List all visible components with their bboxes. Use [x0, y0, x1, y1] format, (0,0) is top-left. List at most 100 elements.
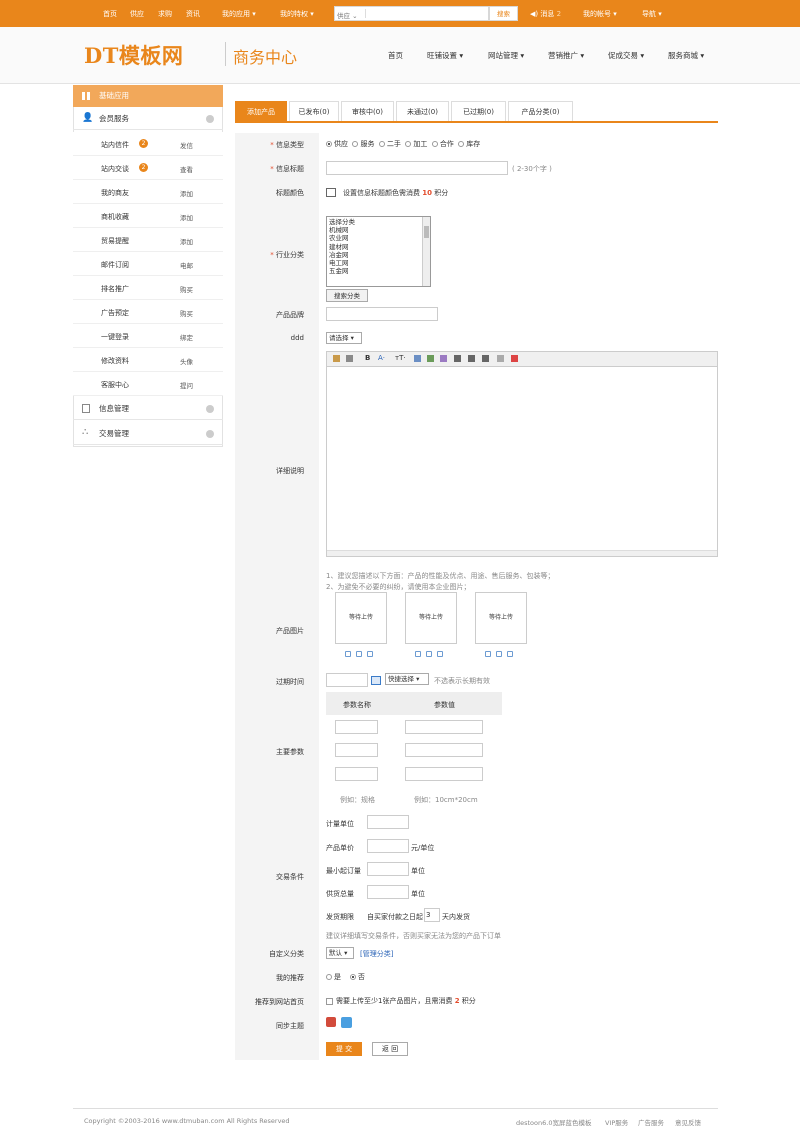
back-button[interactable]: 返 回	[372, 1042, 408, 1056]
industry-option[interactable]: 五金网	[329, 267, 428, 275]
sidebar-item-action[interactable]: 发信	[180, 140, 193, 150]
price-input[interactable]	[367, 839, 409, 853]
sidebar-item-action[interactable]: 头像	[180, 356, 193, 366]
navigation-menu[interactable]: 导航 ▾	[642, 9, 662, 19]
crop-icon[interactable]	[496, 651, 502, 657]
footer-link-feedback[interactable]: 意见反馈	[675, 1117, 701, 1127]
sidebar-item[interactable]: 一键登录 绑定	[73, 324, 223, 348]
footer-link-ads[interactable]: 广告服务	[638, 1117, 664, 1127]
info-title-input[interactable]	[326, 161, 508, 175]
upload-box-1[interactable]: 等待上传	[335, 592, 387, 644]
listbox-scrollbar[interactable]	[422, 217, 430, 286]
footer-link-template[interactable]: destoon6.0宽屏蓝色模板	[516, 1117, 591, 1127]
collapse-icon[interactable]	[206, 115, 214, 123]
sidebar-item-action[interactable]: 购买	[180, 308, 193, 318]
sidebar-item-action[interactable]: 绑定	[180, 332, 193, 342]
site-logo[interactable]: DT模板网	[84, 40, 183, 70]
sidebar-item-action[interactable]: 购买	[180, 284, 193, 294]
paste-text-icon[interactable]	[346, 355, 353, 362]
message-link[interactable]: ◀) 消息 2	[530, 9, 561, 19]
top-link-news[interactable]: 资讯	[186, 9, 200, 19]
top-link-home[interactable]: 首页	[103, 9, 117, 19]
submit-button[interactable]: 提 交	[326, 1042, 362, 1056]
nav-site-manage[interactable]: 网站管理 ▾	[488, 50, 524, 61]
sidebar-item-action[interactable]: 添加	[180, 236, 193, 246]
expand-icon[interactable]	[206, 405, 214, 413]
radio-supply[interactable]: 供应	[326, 140, 348, 148]
crop-icon[interactable]	[426, 651, 432, 657]
scrollbar-thumb[interactable]	[424, 226, 429, 238]
push-home-option[interactable]: 需要上传至少1张产品图片，且需消费 2 积分	[326, 996, 476, 1006]
my-account-menu[interactable]: 我的帐号 ▾	[583, 9, 617, 19]
top-link-supply[interactable]: 供应	[130, 9, 144, 19]
ship-days-input[interactable]: 3	[424, 908, 440, 922]
min-order-input[interactable]	[367, 862, 409, 876]
expire-date-input[interactable]	[326, 673, 368, 687]
delete-icon[interactable]	[367, 651, 373, 657]
manage-category-link[interactable]: [管理分类]	[360, 949, 393, 959]
radio-recommend-no[interactable]: 否	[349, 973, 365, 981]
sidebar-head[interactable]: 基础应用	[73, 85, 223, 107]
param-value-input-2[interactable]	[405, 743, 483, 757]
font-color-icon[interactable]: A·	[378, 354, 385, 362]
expire-quick-select[interactable]: 快捷选择 ▾	[385, 673, 429, 685]
align-right-icon[interactable]	[482, 355, 489, 362]
sidebar-item-action[interactable]: 提问	[180, 380, 193, 390]
delete-icon[interactable]	[437, 651, 443, 657]
upload-box-3[interactable]: 等待上传	[475, 592, 527, 644]
editor-resize-bar[interactable]	[327, 550, 717, 556]
weibo-icon[interactable]	[326, 1017, 336, 1027]
tab-expired[interactable]: 已过期(0)	[451, 101, 506, 121]
sidebar-item-action[interactable]: 添加	[180, 212, 193, 222]
unit-input[interactable]	[367, 815, 409, 829]
font-size-icon[interactable]: тT·	[395, 354, 406, 362]
nav-shop-settings[interactable]: 旺铺设置 ▾	[427, 50, 463, 61]
brand-input[interactable]	[326, 307, 438, 321]
link-icon[interactable]	[414, 355, 421, 362]
calendar-icon[interactable]	[371, 676, 381, 685]
ddd-select[interactable]: 请选择 ▾	[326, 332, 362, 344]
sidebar-item[interactable]: 客服中心 提问	[73, 372, 223, 396]
param-name-input-3[interactable]	[335, 767, 378, 781]
param-value-input-1[interactable]	[405, 720, 483, 734]
my-app-menu[interactable]: 我的应用 ▾	[222, 9, 256, 19]
radio-recommend-yes[interactable]: 是	[326, 973, 341, 981]
tab-reviewing[interactable]: 审核中(0)	[341, 101, 394, 121]
align-left-icon[interactable]	[454, 355, 461, 362]
sidebar-item[interactable]: 站内信件 2 发信	[73, 132, 223, 156]
upload-icon[interactable]	[415, 651, 421, 657]
sidebar-item[interactable]: 商机收藏 添加	[73, 204, 223, 228]
sidebar-item-action[interactable]: 查看	[180, 164, 193, 174]
industry-option[interactable]: 选择分类	[329, 218, 428, 226]
nav-service-mall[interactable]: 服务商城 ▾	[668, 50, 704, 61]
image-icon[interactable]	[427, 355, 434, 362]
top-search-button[interactable]: 搜索	[489, 6, 518, 21]
sidebar-item[interactable]: 站内交谈 2 查看	[73, 156, 223, 180]
bold-icon[interactable]: B	[365, 354, 370, 362]
sidebar-section-trade[interactable]: ⛬ 交易管理	[73, 422, 223, 445]
crop-icon[interactable]	[356, 651, 362, 657]
my-privilege-menu[interactable]: 我的特权 ▾	[280, 9, 314, 19]
upload-icon[interactable]	[345, 651, 351, 657]
delete-icon[interactable]	[507, 651, 513, 657]
fullscreen-icon[interactable]	[511, 355, 518, 362]
param-name-input-2[interactable]	[335, 743, 378, 757]
param-name-input-1[interactable]	[335, 720, 378, 734]
radio-service[interactable]: 服务	[352, 140, 374, 148]
footer-link-vip[interactable]: VIP服务	[605, 1117, 628, 1127]
expand-icon[interactable]	[206, 430, 214, 438]
qq-weibo-icon[interactable]	[341, 1017, 352, 1028]
attachment-icon[interactable]	[497, 355, 504, 362]
upload-icon[interactable]	[485, 651, 491, 657]
upload-box-2[interactable]: 等待上传	[405, 592, 457, 644]
supply-input[interactable]	[367, 885, 409, 899]
color-picker-icon[interactable]	[326, 188, 336, 197]
search-category-button[interactable]: 搜索分类	[326, 289, 368, 302]
custom-category-select[interactable]: 默认 ▾	[326, 947, 354, 959]
sidebar-item[interactable]: 贸易提醒 添加	[73, 228, 223, 252]
tab-published[interactable]: 已发布(0)	[289, 101, 339, 121]
radio-cooperation[interactable]: 合作	[431, 140, 454, 148]
tab-categories[interactable]: 产品分类(0)	[508, 101, 573, 121]
nav-deals[interactable]: 促成交易 ▾	[608, 50, 644, 61]
top-search-input[interactable]: 供应 ⌄	[334, 6, 489, 21]
